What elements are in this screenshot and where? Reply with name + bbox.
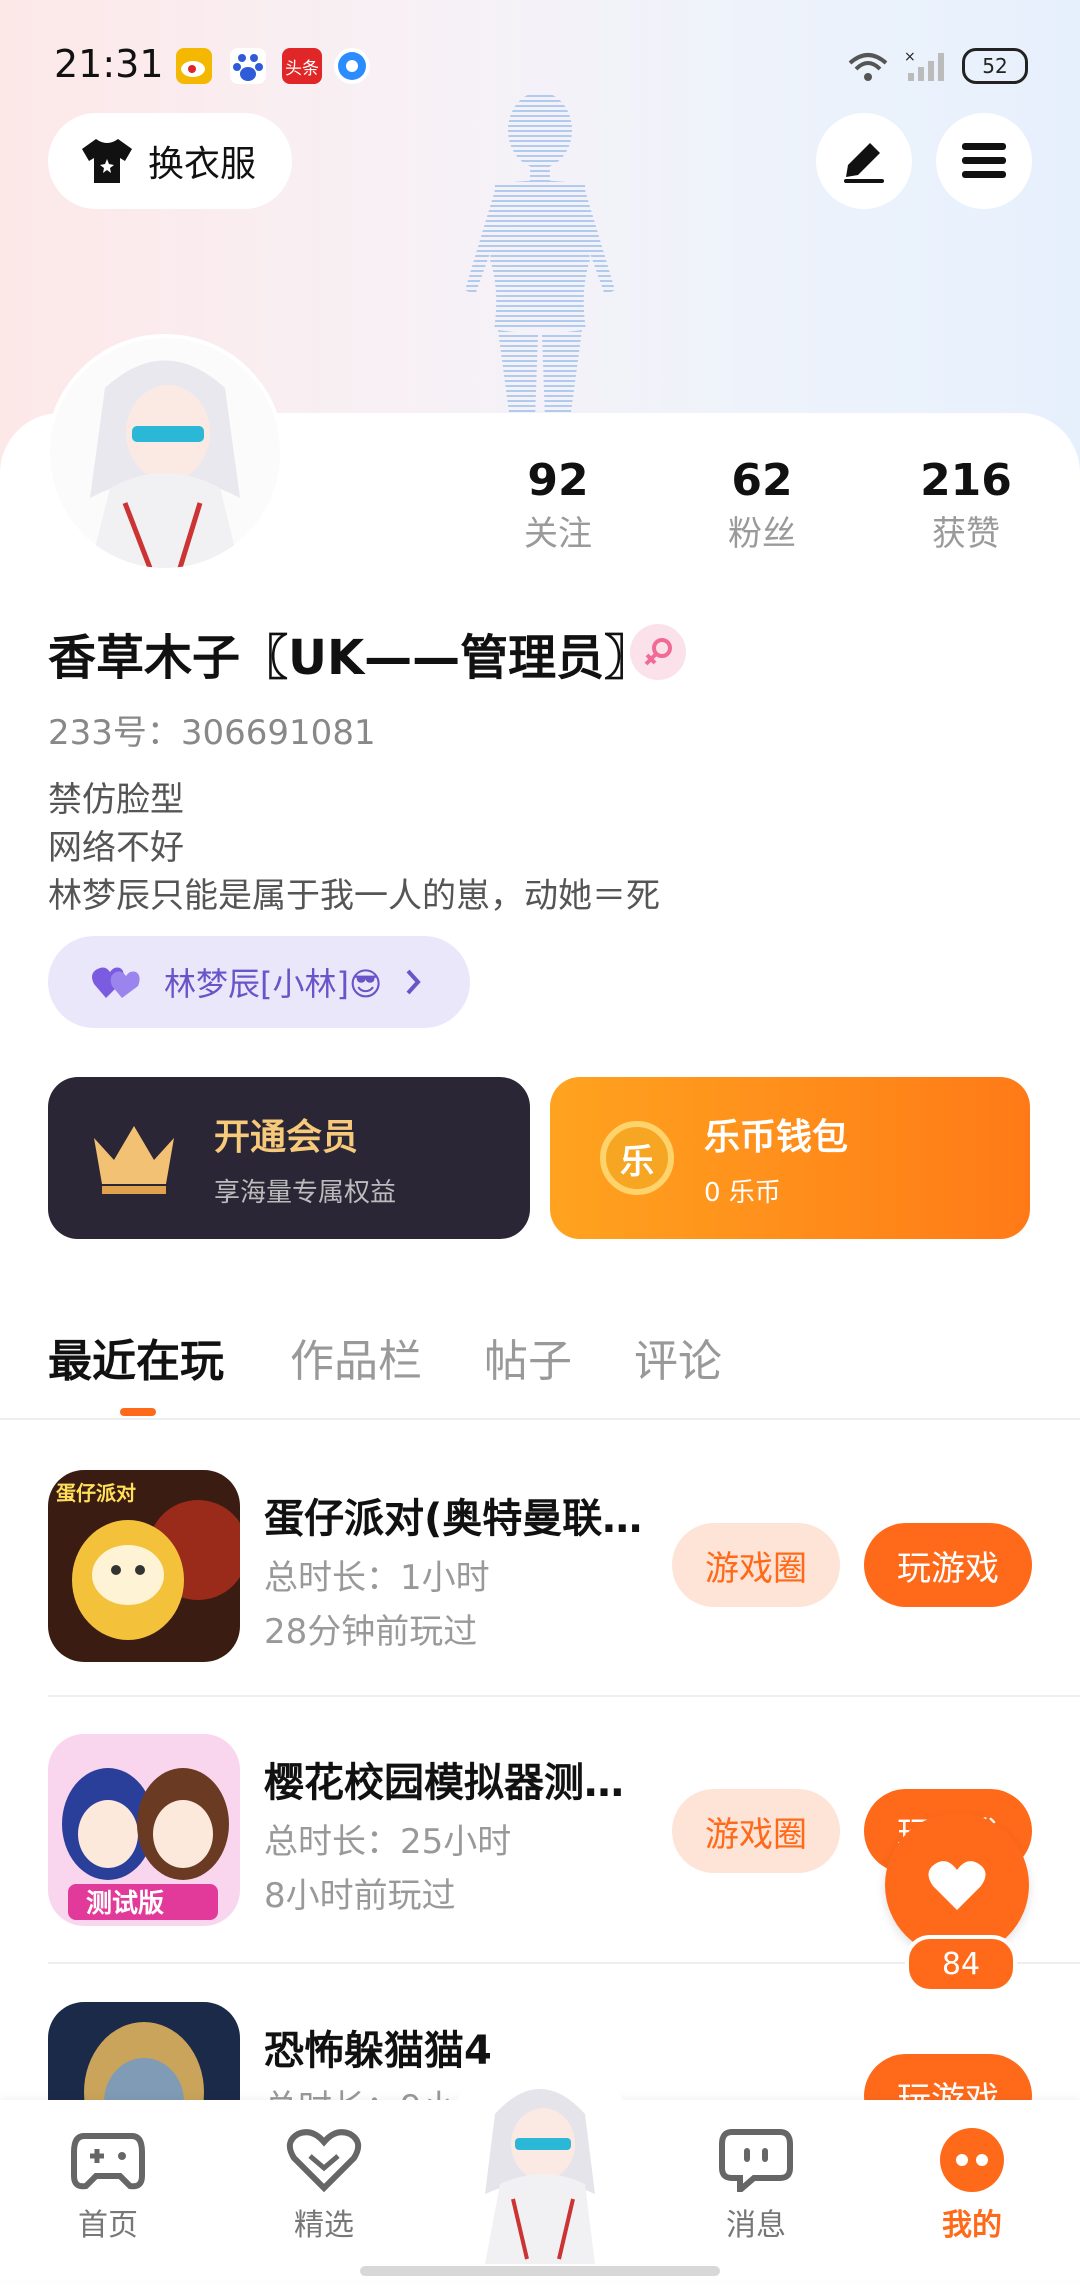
tshirt-icon <box>82 139 132 183</box>
avatar-image <box>50 338 280 568</box>
game-last-played: 28分钟前玩过 <box>264 1612 478 1652</box>
nav-home[interactable]: 首页 <box>28 2128 188 2244</box>
gamepad-icon <box>71 2133 145 2190</box>
nav-home-label: 首页 <box>78 2208 138 2243</box>
game-duration: 总时长：1小时 <box>264 1558 490 1598</box>
stat-fans-value: 62 <box>731 455 793 506</box>
wifi-icon <box>848 53 888 81</box>
chat-icon <box>719 2129 793 2197</box>
game-icon-eggy-party: 蛋仔派对 <box>48 1470 240 1662</box>
tab-indicator <box>120 1408 156 1416</box>
center-avatar-button[interactable] <box>455 2074 625 2264</box>
coin-icon: 乐 <box>600 1121 674 1195</box>
like-count-badge: 84 <box>905 1935 1017 1993</box>
game-title: 樱花校园模拟器测… <box>264 1760 624 1806</box>
relationship-pill[interactable]: 林梦辰[小林]😎 <box>48 936 470 1028</box>
tab-recent-play[interactable]: 最近在玩 <box>48 1325 224 1389</box>
tab-posts[interactable]: 帖子 <box>484 1325 572 1389</box>
stat-following-label: 关注 <box>524 514 592 554</box>
browser-icon <box>334 48 370 84</box>
chevron-right-icon <box>406 969 422 995</box>
toutiao-label: 头条 <box>285 58 319 79</box>
user-id: 233号：306691081 <box>48 713 376 753</box>
edit-icon <box>844 143 884 183</box>
game-title: 蛋仔派对(奥特曼联… <box>264 1496 643 1542</box>
menu-button[interactable] <box>936 113 1032 209</box>
row-divider <box>48 1695 1080 1697</box>
change-outfit-label: 换衣服 <box>148 144 257 185</box>
heart-badge-icon <box>286 2129 362 2193</box>
stat-following[interactable]: 92 关注 <box>478 455 638 555</box>
nav-messages[interactable]: 消息 <box>676 2128 836 2244</box>
crown-icon <box>94 1126 174 1194</box>
vip-subtitle: 享海量专属权益 <box>214 1177 397 1208</box>
stat-likes-label: 获赞 <box>932 514 1000 554</box>
profile-dots-icon <box>940 2128 1004 2192</box>
nav-mine-label: 我的 <box>942 2208 1002 2243</box>
coin-glyph: 乐 <box>620 1141 654 1182</box>
tab-divider <box>0 1418 1080 1420</box>
game-icon-text: 蛋仔派对 <box>56 1481 136 1505</box>
game-circle-button[interactable]: 游戏圈 <box>672 1789 840 1873</box>
nav-featured-label: 精选 <box>294 2208 354 2243</box>
stat-likes[interactable]: 216 获赞 <box>886 455 1046 555</box>
nav-mine[interactable]: 我的 <box>892 2128 1052 2244</box>
nav-featured[interactable]: 精选 <box>244 2128 404 2244</box>
change-outfit-button[interactable]: 换衣服 <box>48 113 292 209</box>
heart-icon <box>928 1861 986 1910</box>
relationship-label: 林梦辰[小林]😎 <box>164 965 383 1003</box>
game-circle-button[interactable]: 游戏圈 <box>672 1523 840 1607</box>
battery-indicator: 52 <box>962 48 1028 84</box>
home-indicator <box>360 2266 720 2276</box>
nickname: 香草木子〖UK——管理员〗 <box>48 630 653 686</box>
avatar-hologram <box>465 92 615 420</box>
bio-line: 禁仿脸型 <box>48 780 184 820</box>
bio-line: 林梦辰只能是属于我一人的崽，动她＝死 <box>48 876 660 916</box>
baidu-icon <box>230 48 266 84</box>
menu-icon <box>962 143 1006 178</box>
play-game-button[interactable]: 玩游戏 <box>864 1523 1032 1607</box>
game-title: 恐怖躲猫猫4 <box>264 2028 492 2074</box>
wallet-balance: 0 乐币 <box>704 1177 781 1208</box>
wallet-card[interactable]: 乐 乐币钱包 0 乐币 <box>550 1077 1030 1239</box>
signal-icon: × <box>904 49 944 81</box>
vip-title: 开通会员 <box>214 1116 359 1158</box>
tab-works[interactable]: 作品栏 <box>290 1325 422 1389</box>
system-indicators: × 52 <box>846 48 1028 84</box>
stat-fans-label: 粉丝 <box>728 514 796 554</box>
status-bar: 21:31 头条 × 52 <box>0 0 1080 130</box>
female-gender-icon <box>630 624 686 680</box>
toutiao-icon: 头条 <box>282 48 322 84</box>
wallet-title: 乐币钱包 <box>704 1116 849 1158</box>
tab-comments[interactable]: 评论 <box>634 1325 722 1389</box>
svg-text:×: × <box>904 49 916 65</box>
game-icon-sakura-school: 测试版 <box>48 1734 240 1926</box>
weibo-icon <box>176 48 212 84</box>
stat-following-value: 92 <box>527 455 589 506</box>
bio-line: 网络不好 <box>48 828 184 868</box>
double-heart-icon <box>92 967 140 998</box>
game-duration: 总时长：25小时 <box>264 1822 512 1862</box>
stat-fans[interactable]: 62 粉丝 <box>682 455 842 555</box>
stat-likes-value: 216 <box>920 455 1012 506</box>
edit-profile-button[interactable] <box>816 113 912 209</box>
game-icon-text: 测试版 <box>86 1889 164 1919</box>
game-last-played: 8小时前玩过 <box>264 1876 456 1916</box>
vip-card[interactable]: 开通会员 享海量专属权益 <box>48 1077 530 1239</box>
nav-messages-label: 消息 <box>726 2208 786 2243</box>
avatar[interactable] <box>50 338 280 568</box>
status-time: 21:31 <box>54 42 164 86</box>
